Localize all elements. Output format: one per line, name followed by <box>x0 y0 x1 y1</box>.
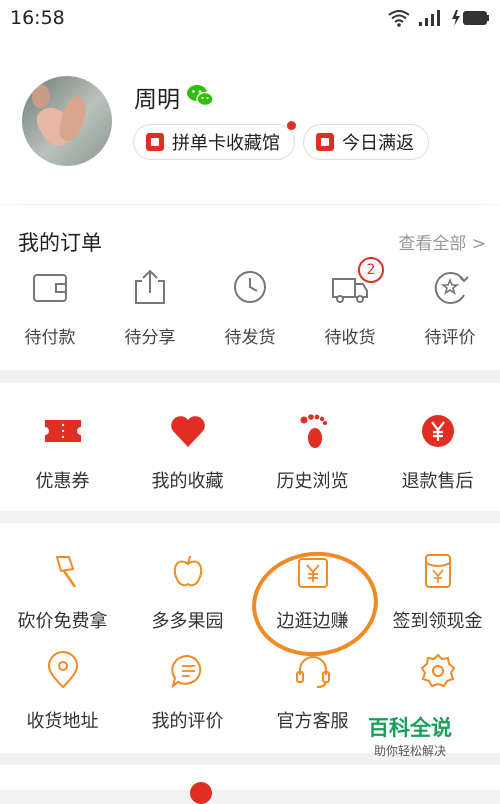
status-bar: 16:58 <box>0 0 500 38</box>
recommend-icon <box>190 782 212 804</box>
orders-section: 我的订单 查看全部 > 待付款 待分享 待发货 2 待收货 待评价 <box>0 205 500 370</box>
username: 周明 <box>134 87 180 113</box>
order-label: 待收货 <box>324 328 376 348</box>
gear-icon <box>420 653 455 688</box>
avatar[interactable] <box>22 76 112 166</box>
review-star-icon <box>434 272 469 304</box>
tool-label: 我的评价 <box>151 711 224 732</box>
red-packet-icon <box>424 554 451 588</box>
watermark-subtitle: 助你轻松解决 <box>373 744 446 758</box>
order-pending-share[interactable]: 待分享 <box>100 267 200 357</box>
order-label: 待付款 <box>24 328 76 348</box>
notification-dot <box>287 121 296 130</box>
clock-icon <box>234 271 266 303</box>
red-envelope-icon <box>316 133 334 151</box>
services-section: 优惠券 我的收藏 历史浏览 退款售后 <box>0 383 500 511</box>
order-pending-shipment[interactable]: 待发货 <box>200 267 300 357</box>
service-label: 我的收藏 <box>151 471 224 492</box>
order-pending-payment[interactable]: 待付款 <box>0 267 100 357</box>
chip-daily-cashback-label: 今日满返 <box>342 133 414 154</box>
tool-label: 砍价免费拿 <box>17 611 108 632</box>
service-label: 退款售后 <box>401 471 474 492</box>
wallet-icon <box>33 274 67 302</box>
apple-icon <box>173 555 202 587</box>
address-item[interactable]: 收货地址 <box>0 651 125 733</box>
view-all-orders-link[interactable]: 查看全部 > <box>398 229 486 254</box>
coupon-icon <box>44 420 81 442</box>
wechat-icon <box>187 85 214 107</box>
chip-collection-label: 拼单卡收藏馆 <box>172 133 280 154</box>
chat-bubble-icon <box>170 654 201 689</box>
tool-label: 签到领现金 <box>392 611 483 632</box>
settings-item[interactable] <box>375 651 500 707</box>
chip-daily-cashback[interactable]: 今日满返 <box>303 124 429 160</box>
headset-icon <box>295 656 330 688</box>
share-icon <box>135 269 165 304</box>
heart-icon <box>170 416 205 447</box>
refund-item[interactable]: 退款售后 <box>375 411 500 493</box>
favorites-item[interactable]: 我的收藏 <box>125 411 250 493</box>
axe-icon <box>55 556 76 588</box>
status-icons <box>388 9 490 27</box>
signal-icon <box>419 10 440 26</box>
service-label: 优惠券 <box>35 471 90 492</box>
chip-collection[interactable]: 拼单卡收藏馆 <box>133 124 295 160</box>
yuan-circle-icon <box>421 415 454 447</box>
tool-label: 收货地址 <box>26 711 99 732</box>
order-count-badge: 2 <box>358 257 384 283</box>
order-pending-review[interactable]: 待评价 <box>400 267 500 357</box>
footprint-icon <box>300 414 327 448</box>
order-label: 待分享 <box>124 328 176 348</box>
orders-title: 我的订单 <box>18 231 102 255</box>
checkin-cash-item[interactable]: 签到领现金 <box>375 551 500 633</box>
service-label: 历史浏览 <box>276 471 349 492</box>
my-reviews-item[interactable]: 我的评价 <box>125 651 250 733</box>
bargain-item[interactable]: 砍价免费拿 <box>0 551 125 633</box>
battery-charging-icon <box>452 10 489 26</box>
order-pending-receipt[interactable]: 2 待收货 <box>300 257 400 357</box>
status-time: 16:58 <box>10 7 65 29</box>
coupons-item[interactable]: 优惠券 <box>0 411 125 493</box>
location-pin-icon <box>47 651 78 689</box>
orchard-item[interactable]: 多多果园 <box>125 551 250 633</box>
history-item[interactable]: 历史浏览 <box>250 411 375 493</box>
profile-header: 周明 拼单卡收藏馆 今日满返 <box>0 38 500 204</box>
collection-card-icon <box>146 133 164 151</box>
watermark-title: 百科全说 <box>368 716 452 740</box>
recommendation-section <box>0 765 500 790</box>
watermark: 百科全说 助你轻松解决 <box>350 712 470 762</box>
order-label: 待发货 <box>224 328 276 348</box>
order-label: 待评价 <box>424 328 476 348</box>
wifi-icon <box>388 10 410 27</box>
tool-label: 多多果园 <box>151 611 224 632</box>
